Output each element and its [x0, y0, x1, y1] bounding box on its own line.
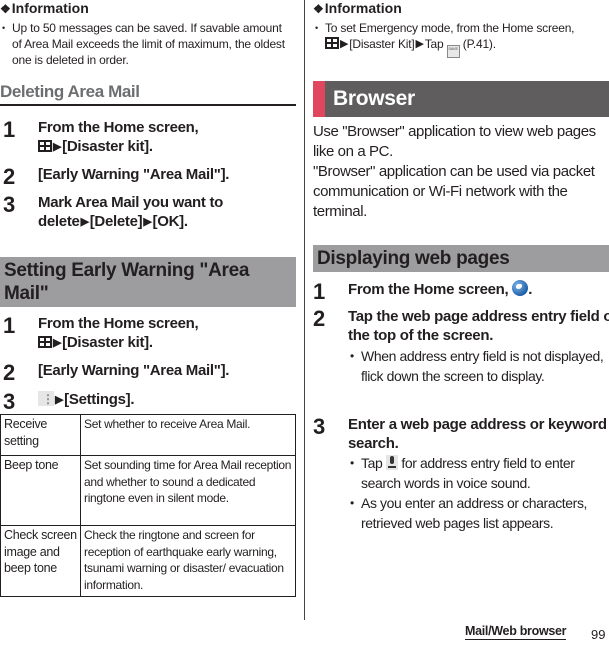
browser-step-1: 1 From the Home screen, . [313, 280, 609, 304]
info-text: Tap [424, 37, 444, 51]
step-number: 3 [313, 414, 325, 439]
step-text: Tap the web page address entry field on … [348, 308, 609, 344]
step-menu-item: [Settings]. [64, 391, 135, 408]
note-text: Tap [361, 455, 383, 471]
step-number: 1 [3, 313, 15, 338]
diamond-icon: ❖ [313, 2, 324, 16]
setting-value: Set sounding time for Area Mail receptio… [80, 455, 296, 526]
step-number: 3 [3, 389, 15, 414]
step-path: delete▶[Delete]▶[OK]. [38, 212, 328, 232]
browser-globe-icon [512, 280, 529, 296]
step-text: From the Home screen, [38, 119, 199, 136]
setting-step-1: 1 From the Home screen, ▶[Disaster kit]. [3, 314, 328, 353]
info-heading-text: Information [11, 0, 89, 16]
arrow-right-icon: ▶ [340, 38, 349, 50]
deleting-section: Deleting Area Mail [0, 82, 296, 106]
info-bullet: Up to 50 messages can be saved. If savab… [0, 20, 296, 68]
step-text: [Early Warning "Area Mail"]. [38, 166, 230, 183]
info-heading: ❖Information [0, 0, 296, 18]
step-3-note-suggestions: As you enter an address or characters, r… [313, 493, 609, 533]
footer-section-name: Mail/Web browser [465, 624, 567, 640]
step-number: 2 [3, 164, 15, 189]
arrow-right-icon: ▶ [53, 337, 62, 349]
setting-value: Set whether to receive Area Mail. [80, 414, 296, 456]
save-icon: SAVE [446, 45, 460, 58]
arrow-right-icon: ▶ [143, 216, 152, 228]
browser-banner: Browser [313, 81, 609, 117]
step-number: 2 [313, 306, 325, 331]
info-box-left: ❖Information Up to 50 messages can be sa… [0, 0, 296, 68]
diamond-icon: ❖ [0, 2, 11, 16]
apps-grid-icon [38, 140, 52, 152]
delete-step-1: 1 From the Home screen, ▶[Disaster kit]. [3, 118, 328, 157]
setting-value: Check the ringtone and screen for recept… [80, 525, 296, 597]
step-text: [Early Warning "Area Mail"]. [38, 362, 230, 379]
apps-grid-icon [325, 37, 339, 49]
step-number: 3 [3, 192, 15, 217]
step-menu-item: [Disaster kit]. [62, 334, 153, 351]
setting-section-banner: Setting Early Warning "Area Mail" [0, 257, 296, 307]
step-2-note: When address entry field is not displaye… [313, 346, 609, 386]
step-menu-item: [Delete] [89, 213, 143, 230]
info-heading-text: Information [324, 0, 402, 16]
microphone-icon [385, 455, 398, 470]
page-reference: (P.41). [462, 37, 496, 51]
step-path: ▶[Settings]. [38, 390, 328, 410]
table-row: Check screen image and beep tone Check t… [0, 525, 296, 597]
arrow-right-icon: ▶ [53, 141, 62, 153]
step-menu-item: [OK]. [152, 213, 188, 230]
step-text: Mark Area Mail you want to [38, 194, 224, 211]
step-number: 2 [3, 360, 15, 385]
table-row: Receive setting Set whether to receive A… [0, 414, 296, 456]
step-path: ▶[Disaster kit]. [38, 333, 328, 353]
step-number: 1 [3, 117, 15, 142]
browser-intro: Use "Browser" application to view web pa… [313, 122, 609, 222]
step-3-note-voice: Tap for address entry field to enter sea… [313, 453, 609, 493]
menu-icon [38, 390, 54, 409]
intro-paragraph: "Browser" application can be used via pa… [313, 163, 595, 220]
setting-key: Check screen image and beep tone [0, 525, 81, 597]
intro-paragraph: Use "Browser" application to view web pa… [313, 123, 596, 160]
settings-table: Receive setting Set whether to receive A… [0, 414, 296, 597]
info-heading: ❖Information [313, 0, 609, 18]
step-text: From the Home screen, [38, 315, 199, 332]
step-text-label: From the Home screen, [348, 281, 509, 298]
apps-grid-icon [38, 336, 52, 348]
step-path: ▶[Disaster kit]. [38, 137, 328, 157]
setting-step-3: 3 ▶[Settings]. [3, 390, 328, 414]
column-divider [304, 0, 305, 620]
setting-key: Beep tone [0, 455, 81, 526]
step-action: delete [38, 213, 80, 230]
setting-key: Receive setting [0, 414, 81, 456]
table-row: Beep tone Set sounding time for Area Mai… [0, 455, 296, 526]
step-menu-item: [Disaster kit]. [62, 138, 153, 155]
info-menu-item: [Disaster Kit] [349, 37, 415, 51]
page-number: 99 [591, 627, 606, 642]
info-box-right: ❖Information To set Emergency mode, from… [313, 0, 609, 58]
step-text: From the Home screen, . [348, 280, 533, 298]
info-bullet: To set Emergency mode, from the Home scr… [313, 20, 609, 58]
arrow-right-icon: ▶ [80, 216, 89, 228]
section-title: Deleting Area Mail [0, 82, 296, 106]
arrow-right-icon: ▶ [55, 394, 64, 406]
info-text: To set Emergency mode, from the Home scr… [325, 21, 575, 35]
accent-bar [313, 81, 325, 117]
browser-title: Browser [333, 87, 415, 110]
displaying-section-banner: Displaying web pages [313, 245, 609, 272]
step-text: Enter a web page address or keyword to s… [348, 416, 609, 452]
browser-step-2: 2 Tap the web page address entry field o… [313, 307, 609, 345]
setting-step-2: 2 [Early Warning "Area Mail"]. [3, 361, 328, 385]
browser-step-3: 3 Enter a web page address or keyword to… [313, 415, 609, 453]
step-number: 1 [313, 279, 325, 304]
arrow-right-icon: ▶ [415, 38, 424, 50]
delete-step-3: 3 Mark Area Mail you want to delete▶[Del… [3, 193, 328, 232]
delete-step-2: 2 [Early Warning "Area Mail"]. [3, 165, 328, 189]
